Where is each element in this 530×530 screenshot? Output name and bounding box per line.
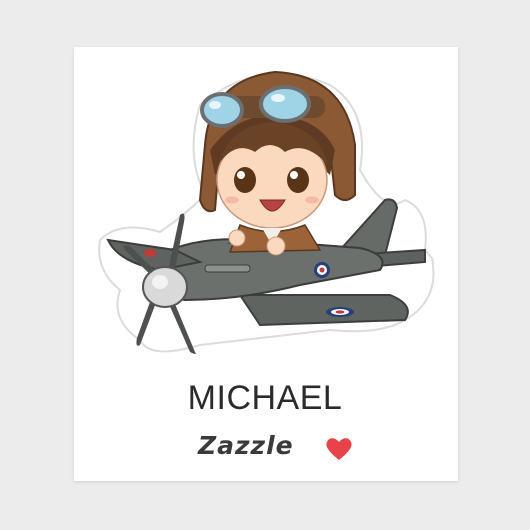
heart-icon[interactable] <box>324 436 354 462</box>
sticker-name: MICHAEL <box>187 379 343 417</box>
brand-logo: Zazzle <box>198 431 294 460</box>
